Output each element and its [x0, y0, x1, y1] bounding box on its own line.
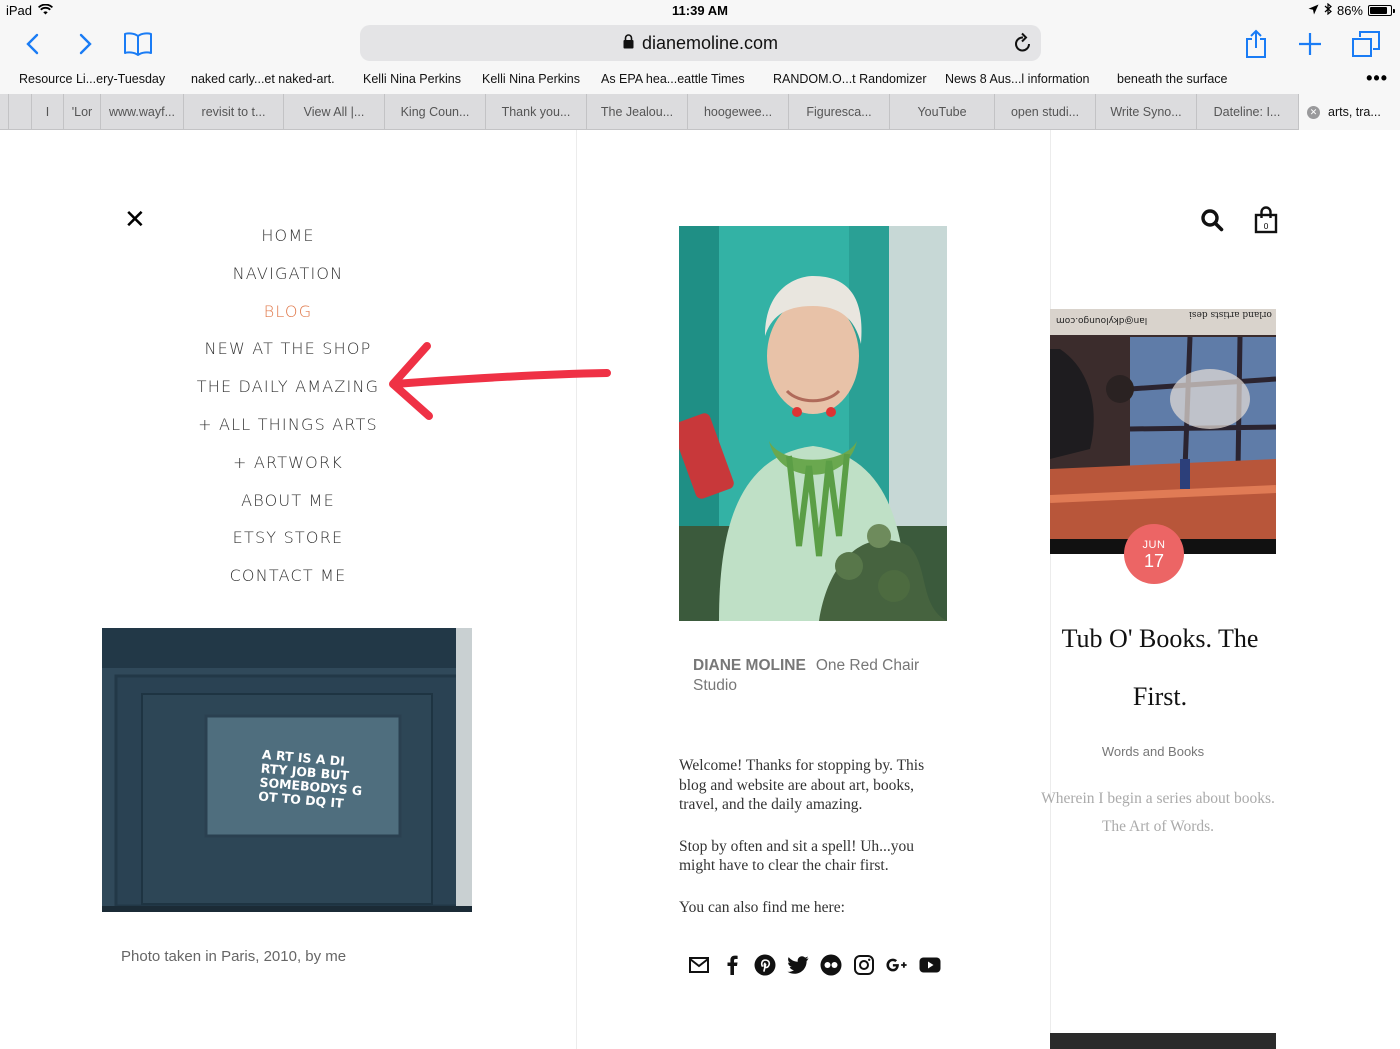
browser-tab[interactable]: Thank you...	[485, 94, 586, 129]
browser-tab[interactable]: open studi...	[994, 94, 1095, 129]
favorite-link[interactable]: Kelli Nina Perkins	[482, 72, 580, 86]
image-caption-text: orland artists desi	[1189, 309, 1272, 319]
annotation-arrow	[389, 342, 611, 420]
favorite-link[interactable]: As EPA hea...eattle Times	[601, 72, 745, 86]
lock-icon	[623, 33, 634, 54]
active-tab-label: arts, tra...	[1328, 105, 1381, 119]
browser-tab-active[interactable]: ✕ arts, tra...	[1298, 94, 1400, 130]
browser-tab[interactable]: www.wayf...	[100, 94, 183, 129]
google-plus-icon[interactable]	[886, 954, 908, 976]
search-icon[interactable]	[1200, 208, 1224, 237]
web-page: ✕ HOME NAVIGATION BLOG NEW AT THE SHOP T…	[0, 130, 1400, 1049]
browser-tab[interactable]: revisit to t...	[183, 94, 283, 129]
post-title-line: First.	[1132, 682, 1188, 711]
browser-tab[interactable]: 'Lor	[63, 94, 100, 129]
browser-tab[interactable]: YouTube	[889, 94, 994, 129]
menu-item-artwork[interactable]: + ARTWORK	[140, 449, 436, 487]
paris-photo: A RT IS A DI RTY JOB BUT SOMEBODYS G OT …	[102, 628, 472, 912]
forward-button[interactable]	[68, 26, 104, 62]
welcome-paragraph: You can also find me here:	[679, 898, 845, 916]
status-bar: iPad 11:39 AM 86%	[0, 0, 1400, 22]
bluetooth-icon	[1324, 2, 1332, 18]
battery-percent: 86%	[1336, 3, 1363, 18]
close-tab-icon[interactable]: ✕	[1307, 105, 1320, 119]
menu-item-home[interactable]: HOME	[140, 222, 436, 260]
tabs-overview-icon[interactable]	[1348, 26, 1384, 62]
browser-toolbar: dianemoline.com	[0, 22, 1400, 66]
browser-tab[interactable]: Dateline: I...	[1196, 94, 1297, 129]
browser-tab[interactable]: hoogewee...	[687, 94, 788, 129]
post-excerpt: Wherein I begin a series about books. Th…	[1041, 790, 1275, 835]
pinterest-icon[interactable]	[754, 954, 776, 976]
photo-caption: Photo taken in Paris, 2010, by me	[121, 948, 347, 965]
column-divider	[576, 130, 577, 1049]
favorite-link[interactable]: RANDOM.O...t Randomizer	[773, 72, 927, 86]
reload-icon[interactable]	[1013, 32, 1033, 59]
menu-item-about-me[interactable]: ABOUT ME	[140, 487, 436, 525]
browser-tab[interactable]: Write Syno...	[1095, 94, 1196, 129]
menu-item-blog[interactable]: BLOG	[140, 298, 436, 336]
battery-icon	[1368, 5, 1395, 16]
post-featured-image[interactable]: lan@dkyloungo.com orland artists desi	[1050, 309, 1276, 554]
post-date-badge: JUN 17	[1124, 524, 1184, 584]
email-icon[interactable]	[688, 954, 710, 976]
bookmarks-icon[interactable]	[120, 26, 156, 62]
menu-item-etsy-store[interactable]: ETSY STORE	[140, 524, 436, 562]
post-category[interactable]: Words and Books	[1050, 744, 1256, 759]
browser-tab[interactable]: I	[31, 94, 63, 129]
flickr-icon[interactable]	[820, 954, 842, 976]
menu-item-navigation[interactable]: NAVIGATION	[140, 260, 436, 298]
facebook-icon[interactable]	[721, 954, 743, 976]
browser-tab[interactable]: Figuresca...	[788, 94, 889, 129]
browser-tab[interactable]	[8, 94, 31, 129]
post-date-day: 17	[1143, 551, 1165, 571]
welcome-paragraph: Stop by often and sit a spell! Uh...you …	[679, 837, 915, 875]
svg-text:0: 0	[1263, 222, 1268, 231]
browser-tab[interactable]: View All |...	[283, 94, 384, 129]
post-date-month: JUN	[1142, 539, 1166, 551]
browser-tab[interactable]: King Coun...	[384, 94, 485, 129]
favorite-link[interactable]: naked carly...et naked-art.	[191, 72, 335, 86]
favorite-link[interactable]: News 8 Aus...l information	[945, 72, 1090, 86]
youtube-icon[interactable]	[919, 954, 941, 976]
favorites-bar: Resource Li...ery-Tuesday naked carly...…	[0, 66, 1400, 94]
browser-tab[interactable]: The Jealou...	[586, 94, 687, 129]
post-title[interactable]: Tub O' Books. The First.	[1040, 610, 1280, 726]
tab-strip: I 'Lor www.wayf... revisit to t... View …	[0, 94, 1400, 130]
welcome-paragraph: Welcome! Thanks for stopping by. This bl…	[679, 757, 925, 813]
new-tab-icon[interactable]	[1292, 26, 1328, 62]
share-icon[interactable]	[1238, 26, 1274, 62]
next-post-image[interactable]	[1050, 1033, 1276, 1049]
menu-item-contact-me[interactable]: CONTACT ME	[140, 562, 436, 600]
favorite-link[interactable]: Kelli Nina Perkins	[363, 72, 461, 86]
site-name: DIANE MOLINE	[693, 657, 806, 674]
social-links	[688, 954, 941, 976]
favorite-link[interactable]: beneath the surface	[1117, 72, 1228, 86]
instagram-icon[interactable]	[853, 954, 875, 976]
url-text: dianemoline.com	[641, 32, 779, 53]
clock: 11:39 AM	[672, 3, 728, 18]
twitter-icon[interactable]	[787, 954, 809, 976]
post-title-line: Tub O' Books. The	[1061, 624, 1259, 653]
address-bar[interactable]: dianemoline.com	[360, 25, 1041, 61]
image-caption-text: lan@dkyloungo.com	[1056, 315, 1148, 325]
site-title: DIANE MOLINE One Red Chair Studio	[693, 656, 943, 696]
author-portrait	[679, 226, 947, 621]
back-button[interactable]	[14, 26, 50, 62]
header-icons: 0	[1200, 206, 1278, 239]
location-icon	[1308, 3, 1319, 18]
more-favorites-button[interactable]: •••	[1366, 68, 1388, 89]
favorite-link[interactable]: Resource Li...ery-Tuesday	[19, 72, 165, 86]
column-divider	[1050, 130, 1051, 1049]
cart-icon[interactable]: 0	[1254, 206, 1278, 239]
welcome-text: Welcome! Thanks for stopping by. This bl…	[679, 756, 949, 939]
